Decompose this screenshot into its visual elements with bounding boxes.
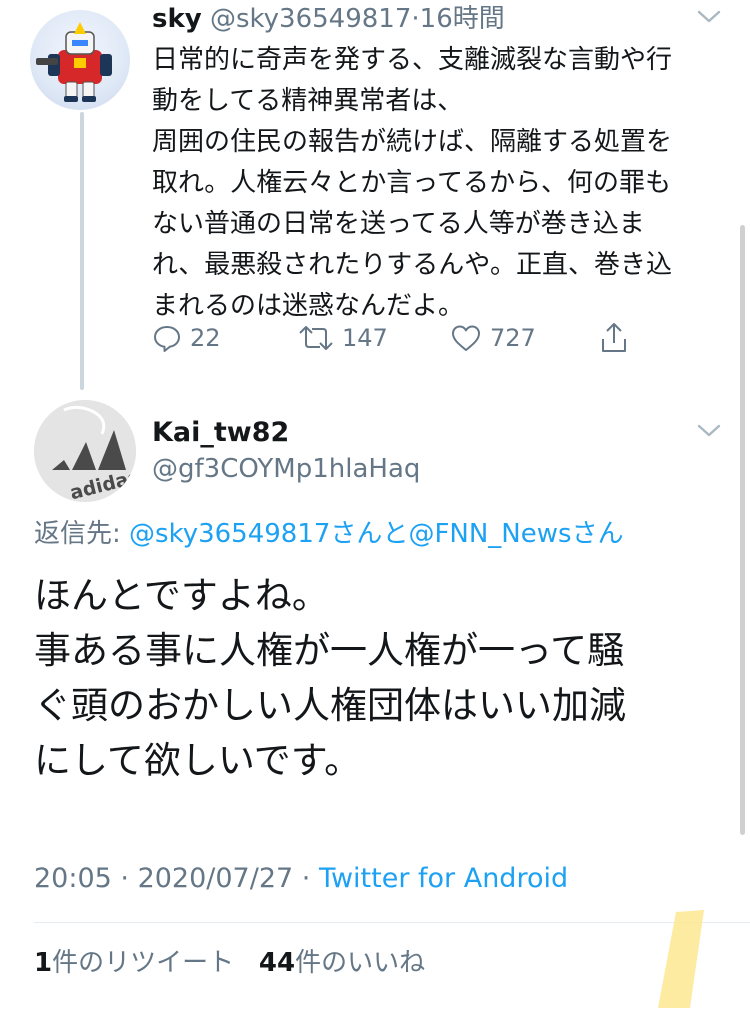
replying-to-label: 返信先: bbox=[34, 519, 130, 549]
text-line: まれるのは迷惑なんだよ。 bbox=[152, 291, 465, 321]
separator-dot: · bbox=[411, 4, 420, 34]
tweet-text: ほんとですよね。 事ある事に人権が一人権が一って騒 ぐ頭のおかしい人権団体はいい… bbox=[34, 568, 724, 788]
replying-joiner: と bbox=[382, 519, 409, 549]
handle[interactable]: @sky36549817 bbox=[210, 4, 411, 34]
reply-button[interactable]: 22 bbox=[152, 320, 221, 356]
text-line: 日常的に奇声を発する、支離滅裂な言動や行 bbox=[152, 45, 673, 75]
display-name[interactable]: Kai_tw82 bbox=[152, 416, 289, 450]
robot-avatar-image bbox=[36, 22, 112, 102]
likes-stat[interactable]: 44件のいいね bbox=[259, 948, 425, 978]
separator-dot: · bbox=[111, 863, 138, 894]
divider bbox=[34, 922, 750, 923]
retweet-button[interactable]: 147 bbox=[298, 320, 388, 356]
timestamp[interactable]: 16時間 bbox=[420, 4, 505, 34]
highlighter-mark bbox=[654, 910, 710, 1012]
retweets-label: 件のリツイート bbox=[52, 948, 235, 978]
likes-number: 44 bbox=[258, 948, 296, 978]
retweet-icon bbox=[299, 326, 333, 350]
display-name[interactable]: sky bbox=[152, 4, 202, 34]
text-line: 動をしてる精神異常者は、 bbox=[152, 86, 464, 116]
share-icon bbox=[602, 323, 626, 352]
tweet-header: sky @sky36549817·16時間 bbox=[152, 2, 505, 36]
time: 20:05 bbox=[34, 863, 112, 894]
thread-connector-line bbox=[80, 112, 84, 390]
retweet-count: 147 bbox=[342, 324, 388, 352]
text-line: 事ある事に人権が一人権が一って騒 bbox=[34, 629, 625, 672]
text-line: 取れ。人権云々とか言ってるから、何の罪も bbox=[152, 168, 671, 198]
retweets-stat[interactable]: 1件のリツイート bbox=[34, 948, 234, 978]
text-line: ほんとですよね。 bbox=[34, 574, 329, 617]
share-button[interactable] bbox=[598, 320, 630, 356]
avatar[interactable]: adidas bbox=[34, 400, 136, 502]
text-line: 周囲の住民の報告が続けば、隔離する処置を bbox=[152, 127, 673, 157]
engagement-stats: 1件のリツイート 44件のいいね bbox=[34, 946, 425, 980]
text-line: ぐ頭のおかしい人権団体はいい加減 bbox=[34, 684, 626, 727]
client-link[interactable]: Twitter for Android bbox=[319, 863, 568, 894]
mention-link[interactable]: @FNN_Newsさん bbox=[408, 519, 623, 549]
like-count: 727 bbox=[490, 324, 536, 352]
chevron-down-icon[interactable] bbox=[696, 422, 722, 444]
handle[interactable]: @gf3COYMp1hlaHaq bbox=[152, 452, 420, 486]
chevron-down-icon[interactable] bbox=[696, 8, 722, 30]
replying-to: 返信先: @sky36549817さんと@FNN_Newsさん bbox=[34, 517, 624, 551]
text-line: にして欲しいです。 bbox=[34, 739, 362, 782]
reply-count: 22 bbox=[190, 324, 221, 352]
like-button[interactable]: 727 bbox=[450, 320, 536, 356]
date: 2020/07/27 bbox=[137, 863, 294, 894]
scrollbar[interactable] bbox=[740, 225, 745, 835]
mention-link[interactable]: @sky36549817さん bbox=[129, 519, 382, 549]
likes-label: 件のいいね bbox=[295, 948, 426, 978]
separator-dot: · bbox=[293, 863, 319, 894]
text-line: ない普通の日常を送ってる人等が巻き込ま bbox=[152, 209, 645, 239]
tweet-timestamp: 20:05 · 2020/07/27 · Twitter for Android bbox=[34, 862, 568, 896]
tweet-text: 日常的に奇声を発する、支離滅裂な言動や行 動をしてる精神異常者は、 周囲の住民の… bbox=[152, 40, 727, 327]
retweets-number: 1 bbox=[34, 948, 53, 978]
adidas-logo-avatar-image: adidas bbox=[34, 400, 136, 502]
like-icon bbox=[452, 325, 480, 351]
reply-icon bbox=[154, 326, 180, 352]
avatar[interactable] bbox=[30, 10, 130, 110]
text-line: れ、最悪殺されたりするんや。正直、巻き込 bbox=[152, 250, 673, 280]
